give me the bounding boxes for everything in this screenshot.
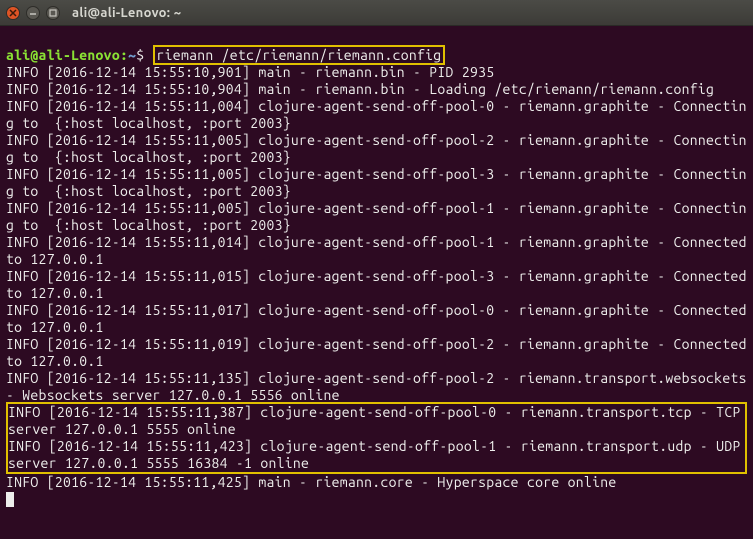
prompt-user-host: ali@ali-Lenovo:	[6, 47, 128, 63]
tcp-udp-highlight: INFO [2016-12-14 15:55:11,387] clojure-a…	[6, 402, 747, 474]
log-line: INFO [2016-12-14 15:55:11,015] clojure-a…	[6, 268, 753, 301]
log-line: INFO [2016-12-14 15:55:10,901] main - ri…	[6, 64, 494, 80]
log-line: INFO [2016-12-14 15:55:11,005] clojure-a…	[6, 166, 747, 199]
log-line: INFO [2016-12-14 15:55:11,005] clojure-a…	[6, 132, 747, 165]
cursor-icon	[6, 492, 14, 507]
maximize-icon[interactable]	[46, 6, 60, 20]
log-line: INFO [2016-12-14 15:55:11,019] clojure-a…	[6, 336, 753, 369]
log-line: INFO [2016-12-14 15:55:11,135] clojure-a…	[6, 370, 753, 403]
log-line: INFO [2016-12-14 15:55:11,425] main - ri…	[6, 474, 617, 490]
prompt-symbol: $	[136, 47, 144, 63]
log-line: INFO [2016-12-14 15:55:11,014] clojure-a…	[6, 234, 753, 267]
log-line: INFO [2016-12-14 15:55:11,387] clojure-a…	[8, 404, 749, 437]
minimize-icon[interactable]	[26, 6, 40, 20]
log-line: INFO [2016-12-14 15:55:11,004] clojure-a…	[6, 98, 747, 131]
log-line: INFO [2016-12-14 15:55:11,005] clojure-a…	[6, 200, 747, 233]
log-line: INFO [2016-12-14 15:55:10,904] main - ri…	[6, 81, 714, 97]
window-titlebar: ali@ali-Lenovo: ~	[0, 0, 753, 26]
command-highlight: riemann /etc/riemann/riemann.config	[153, 45, 446, 65]
terminal-output[interactable]: ali@ali-Lenovo:~$ riemann /etc/riemann/r…	[0, 26, 753, 512]
window-title: ali@ali-Lenovo: ~	[72, 6, 181, 20]
close-icon[interactable]	[6, 6, 20, 20]
log-line: INFO [2016-12-14 15:55:11,423] clojure-a…	[8, 438, 749, 471]
log-line: INFO [2016-12-14 15:55:11,017] clojure-a…	[6, 302, 753, 335]
command-text: riemann /etc/riemann/riemann.config	[157, 47, 442, 63]
prompt: ali@ali-Lenovo:~$	[6, 47, 144, 63]
